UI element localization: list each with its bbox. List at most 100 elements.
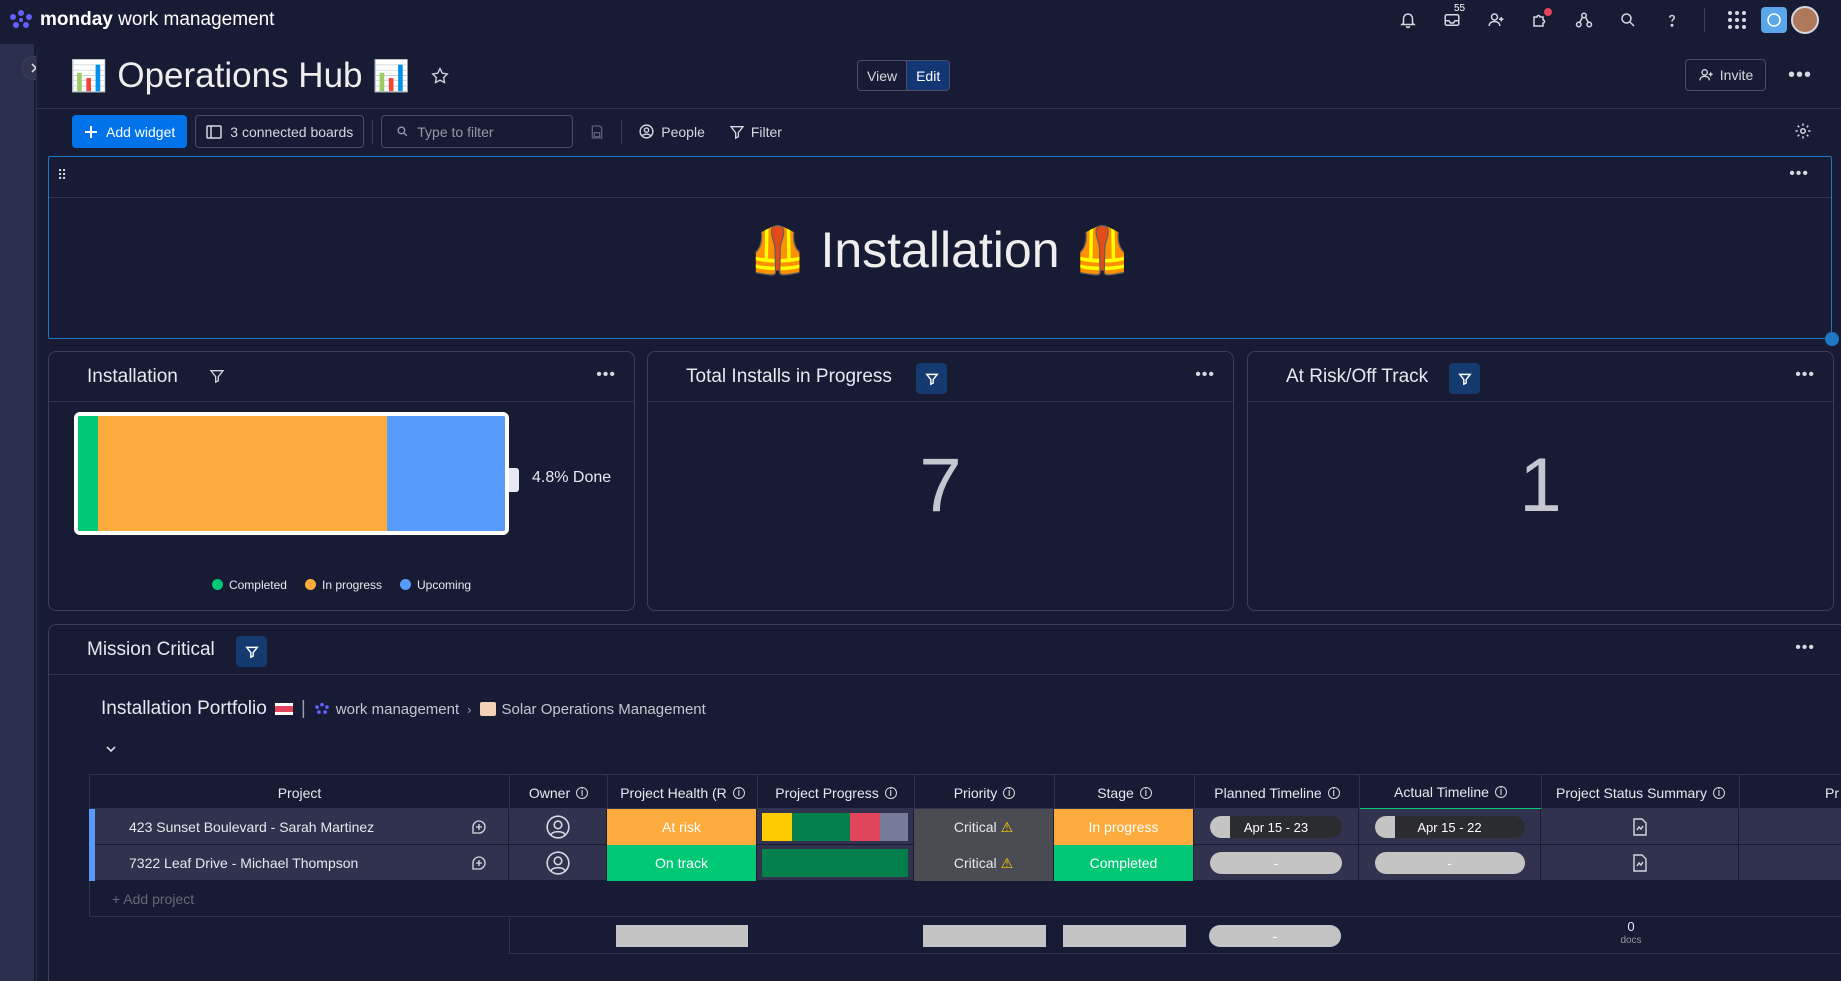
status-summary-cell[interactable]	[1541, 845, 1739, 881]
board-more-icon[interactable]: •••	[1788, 64, 1812, 87]
filter-input[interactable]: Type to filter	[381, 115, 574, 148]
table-row[interactable]: 423 Sunset Boulevard - Sarah Martinez At…	[89, 809, 1841, 845]
widget-more-icon[interactable]: •••	[1795, 639, 1815, 657]
breadcrumb-board[interactable]: Solar Operations Management	[479, 701, 706, 718]
filter-button[interactable]: Filter	[721, 115, 790, 148]
add-project-row[interactable]: + Add project	[89, 881, 1841, 917]
progress-cell[interactable]	[757, 809, 914, 845]
project-name[interactable]: 423 Sunset Boulevard - Sarah Martinez	[95, 809, 449, 845]
project-name[interactable]: 7322 Leaf Drive - Michael Thompson	[95, 845, 449, 881]
widget-title: Mission Critical	[87, 639, 215, 660]
board-layout-icon	[206, 124, 223, 139]
planned-timeline-cell[interactable]: Apr 15 - 23	[1194, 809, 1359, 845]
person-circle-icon	[639, 124, 654, 139]
stage-cell[interactable]: In progress	[1054, 809, 1194, 845]
add-update-icon[interactable]	[449, 809, 509, 845]
column-header-health[interactable]: Project Health (R i	[608, 775, 758, 810]
drag-handle-icon[interactable]: ⠿	[57, 167, 67, 184]
edit-mode-button[interactable]: Edit	[906, 61, 950, 90]
widget-filter-icon[interactable]	[236, 636, 267, 667]
widget-more-icon[interactable]: •••	[596, 366, 616, 384]
breadcrumb-product-label: work management	[335, 700, 460, 718]
view-mode-button[interactable]: View	[858, 61, 906, 90]
add-widget-button[interactable]: Add widget	[72, 115, 188, 148]
installation-widget: Installation ••• 4.8% Done Completed In p…	[48, 351, 635, 611]
add-update-icon[interactable]	[449, 845, 509, 881]
board-header: 📊 Operations Hub 📊	[70, 54, 450, 98]
widget-title: Total Installs in Progress	[686, 366, 892, 387]
top-icons: 55	[1386, 3, 1821, 36]
inbox-icon[interactable]: 55	[1430, 3, 1474, 36]
app-grid-icon[interactable]	[1715, 4, 1759, 36]
battery-segment-in-progress[interactable]	[98, 416, 387, 531]
column-header-truncated[interactable]: Pr	[1740, 775, 1841, 810]
info-icon: i	[1327, 786, 1340, 799]
app-logo[interactable]: monday work management	[8, 6, 274, 34]
widget-filter-icon[interactable]	[916, 363, 947, 394]
owner-cell[interactable]	[509, 845, 607, 881]
battery-segment-upcoming[interactable]	[386, 416, 505, 531]
chevron-down-icon[interactable]	[105, 743, 117, 755]
priority-cell[interactable]: Critical ⚠	[914, 809, 1054, 845]
integrations-icon[interactable]	[1562, 4, 1606, 36]
at-risk-value: 1	[1519, 443, 1562, 528]
help-icon[interactable]	[1650, 4, 1694, 36]
invite-button[interactable]: Invite	[1685, 59, 1766, 91]
truncated-cell[interactable]	[1739, 809, 1841, 845]
people-filter-button[interactable]: People	[630, 115, 713, 148]
save-icon[interactable]	[589, 124, 605, 140]
status-summary-cell[interactable]	[1541, 809, 1739, 845]
health-cell[interactable]: On track	[607, 845, 757, 881]
column-header-planned-timeline[interactable]: Planned Timeline i	[1195, 775, 1360, 810]
left-rail	[0, 44, 34, 981]
battery-segment-completed[interactable]	[78, 416, 99, 531]
planned-timeline-cell[interactable]: -	[1194, 845, 1359, 881]
total-installs-widget: Total Installs in Progress ••• 7	[647, 351, 1234, 611]
bell-icon[interactable]	[1386, 4, 1430, 36]
search-icon[interactable]	[1606, 4, 1650, 36]
warning-icon: ⚠	[1000, 818, 1014, 835]
apps-puzzle-icon[interactable]	[1518, 4, 1562, 36]
document-icon	[1632, 854, 1647, 872]
connected-boards-button[interactable]: 3 connected boards	[195, 115, 365, 148]
health-summary-bar[interactable]	[616, 925, 748, 947]
widget-more-icon[interactable]: •••	[1195, 366, 1215, 384]
stage-summary-bar[interactable]	[1063, 925, 1186, 947]
health-cell[interactable]: At risk	[607, 809, 757, 845]
truncated-cell[interactable]	[1739, 845, 1841, 881]
gear-icon[interactable]	[1794, 122, 1812, 140]
banner-more-icon[interactable]: •••	[1789, 165, 1809, 183]
invite-members-icon[interactable]	[1474, 4, 1518, 36]
account-avatar[interactable]	[1759, 4, 1821, 36]
column-header-actual-timeline[interactable]: Actual Timeline i	[1360, 775, 1542, 810]
done-percentage: 4.8% Done	[532, 469, 612, 486]
widget-filter-icon[interactable]	[1449, 363, 1480, 394]
owner-cell[interactable]	[509, 809, 607, 845]
page-title[interactable]: Operations Hub	[117, 56, 362, 96]
chevron-right-icon: ›	[467, 701, 472, 717]
actual-timeline-cell[interactable]: Apr 15 - 22	[1359, 809, 1541, 845]
portfolio-title[interactable]: Installation Portfolio	[101, 698, 267, 720]
priority-summary-bar[interactable]	[923, 925, 1046, 947]
breadcrumb-product[interactable]: work management	[314, 701, 459, 718]
widget-more-icon[interactable]: •••	[1795, 366, 1815, 384]
user-avatar	[1791, 6, 1819, 34]
resize-handle[interactable]	[1825, 332, 1839, 346]
battery-bar[interactable]	[74, 412, 509, 535]
widget-filter-icon[interactable]	[209, 368, 225, 384]
invite-label: Invite	[1719, 67, 1754, 83]
column-header-project[interactable]: Project	[90, 775, 510, 810]
total-installs-value: 7	[919, 443, 962, 528]
star-icon[interactable]	[430, 66, 450, 86]
column-header-owner[interactable]: Owner i	[510, 775, 608, 810]
timeline-summary-bar[interactable]: -	[1209, 925, 1341, 947]
column-header-priority[interactable]: Priority i	[915, 775, 1055, 810]
table-row[interactable]: 7322 Leaf Drive - Michael Thompson On tr…	[89, 845, 1841, 881]
progress-cell[interactable]	[757, 845, 914, 881]
column-header-stage[interactable]: Stage i	[1055, 775, 1195, 810]
column-header-status-summary[interactable]: Project Status Summary i	[1542, 775, 1740, 810]
priority-cell[interactable]: Critical ⚠	[914, 845, 1054, 881]
column-header-progress[interactable]: Project Progress i	[758, 775, 915, 810]
stage-cell[interactable]: Completed	[1054, 845, 1194, 881]
actual-timeline-cell[interactable]: -	[1359, 845, 1541, 881]
